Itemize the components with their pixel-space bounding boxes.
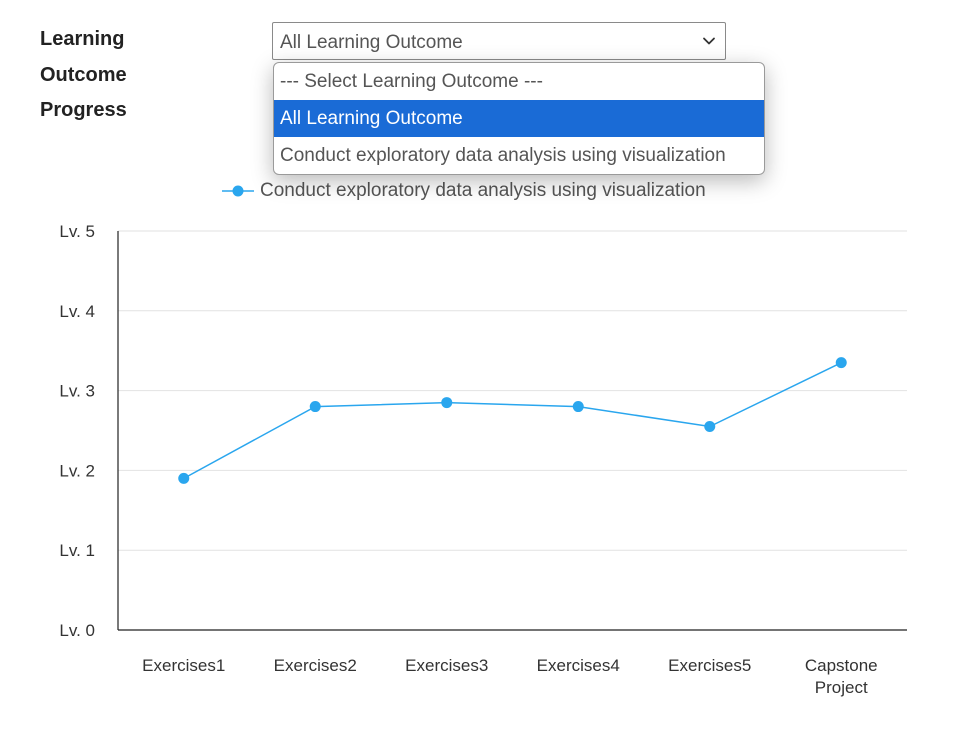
- x-axis-ticks: Exercises1 Exercises2 Exercises3 Exercises4…: [142, 656, 877, 697]
- data-point[interactable]: [572, 401, 584, 413]
- series-line: [183, 362, 842, 480]
- learning-outcome-page: Learning Outcome Progress All Learning O…: [0, 0, 976, 733]
- data-point[interactable]: [309, 401, 321, 413]
- x-tick-label: Exercises4: [537, 656, 620, 675]
- y-tick-label: Lv. 4: [59, 302, 95, 321]
- y-tick-label: Lv. 0: [59, 621, 95, 640]
- learning-outcome-dropdown: --- Select Learning Outcome --- All Lear…: [273, 62, 765, 175]
- y-tick-label: Lv. 5: [59, 222, 95, 241]
- option-all-learning-outcome[interactable]: All Learning Outcome: [274, 100, 764, 137]
- chart-gridlines: [118, 230, 907, 551]
- data-point[interactable]: [178, 472, 190, 484]
- option-conduct-eda[interactable]: Conduct exploratory data analysis using …: [274, 137, 764, 174]
- x-tick-label: Exercises1: [142, 656, 225, 675]
- data-point[interactable]: [835, 357, 847, 369]
- y-axis-ticks: Lv. 0 Lv. 1 Lv. 2 Lv. 3 Lv. 4 Lv. 5: [59, 222, 95, 640]
- y-tick-label: Lv. 3: [59, 382, 95, 401]
- chart-series: [178, 357, 847, 484]
- option-select-placeholder[interactable]: --- Select Learning Outcome ---: [274, 63, 764, 100]
- y-tick-label: Lv. 1: [59, 541, 95, 560]
- data-point[interactable]: [441, 397, 453, 409]
- x-tick-label: Exercises3: [405, 656, 488, 675]
- y-tick-label: Lv. 2: [59, 461, 95, 480]
- x-tick-label: Exercises2: [274, 656, 357, 675]
- data-point[interactable]: [704, 421, 716, 433]
- x-tick-label: Capstone Project: [805, 656, 878, 697]
- x-tick-label: Exercises5: [668, 656, 751, 675]
- chart-axes: [117, 231, 907, 631]
